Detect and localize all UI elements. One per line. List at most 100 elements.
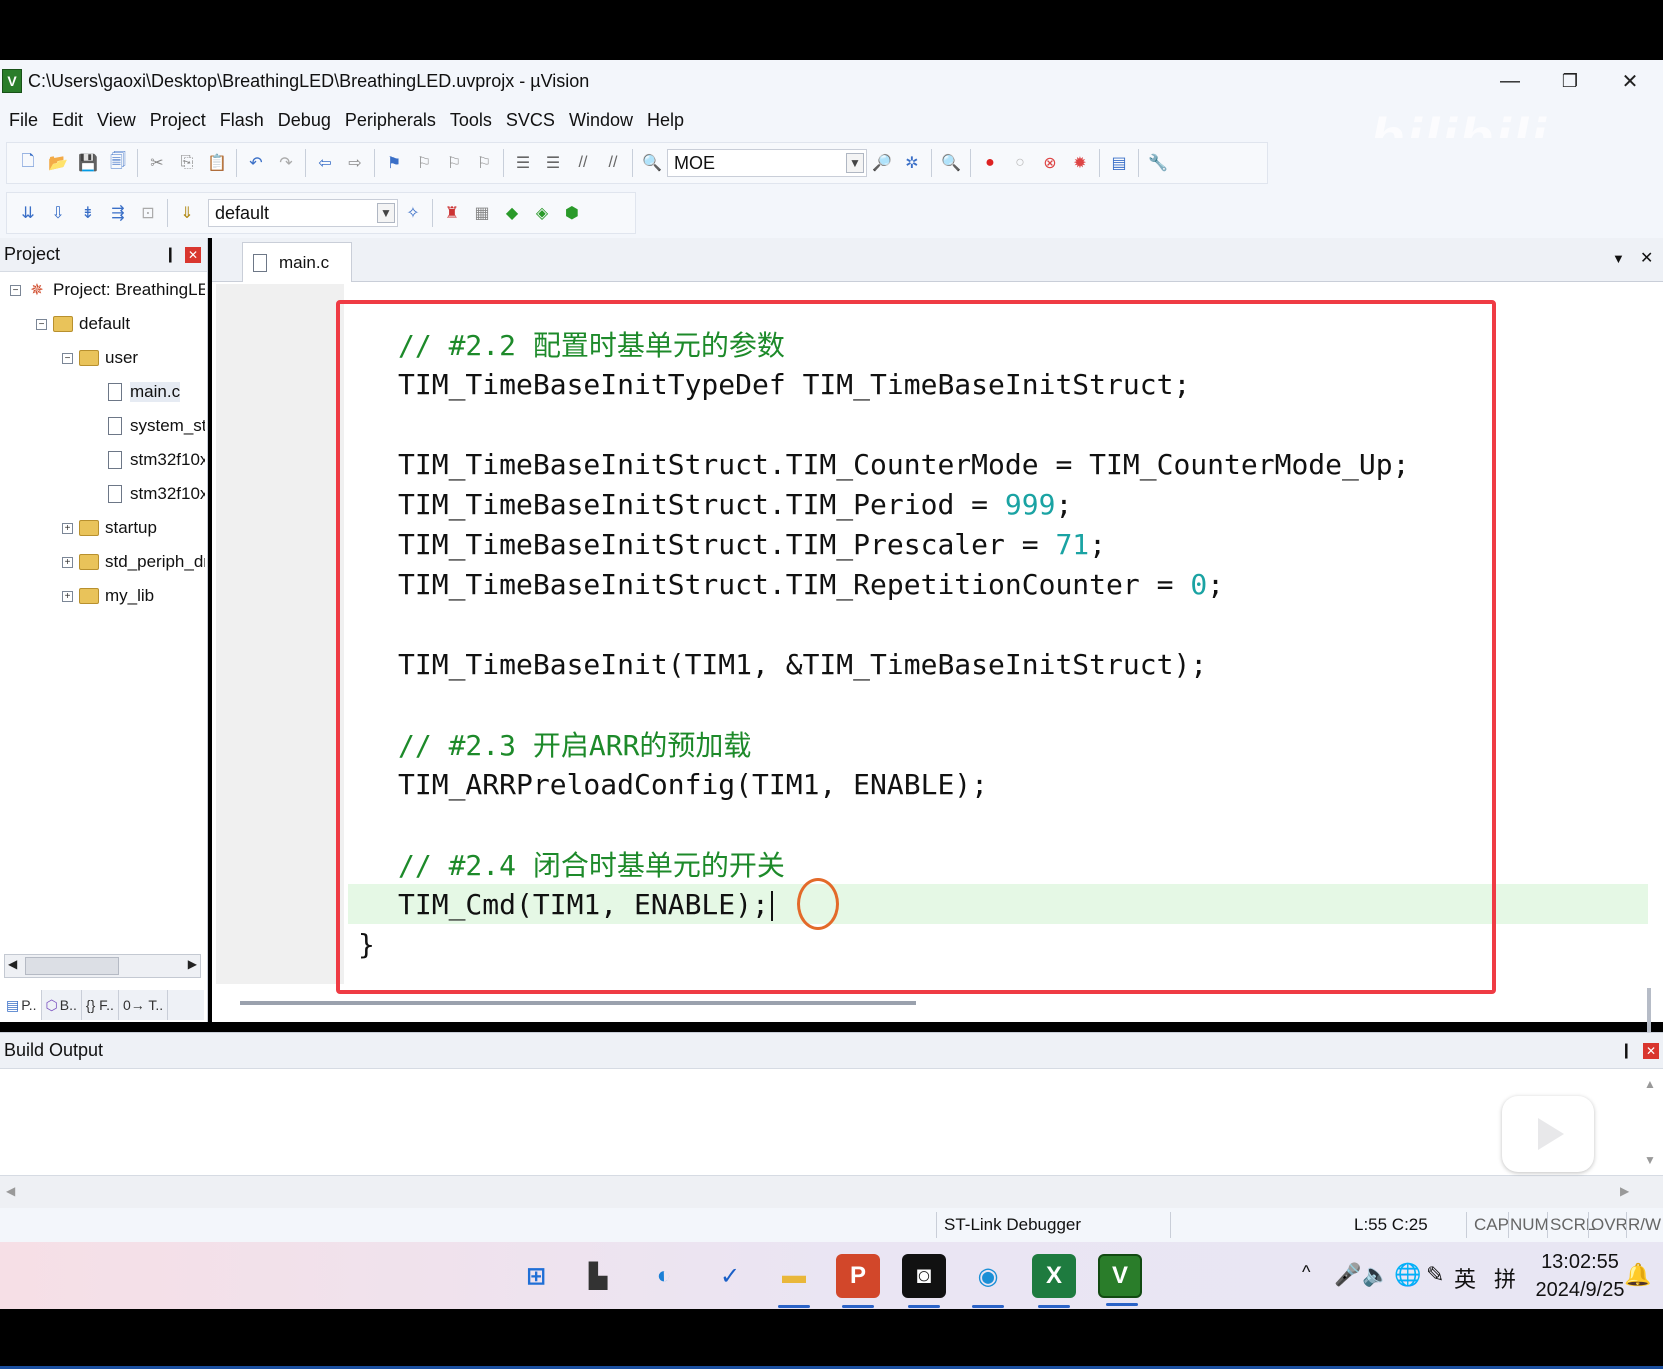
project-hscrollbar[interactable]: ◀ ▶ [4, 954, 201, 978]
save-all-icon[interactable]: 🗐 [107, 152, 129, 174]
tree-node-group-startup[interactable]: + startup [62, 514, 157, 542]
chevron-down-icon[interactable]: ▼ [846, 153, 864, 173]
redo-icon[interactable]: ↷ [275, 152, 297, 174]
ime-language-indicator[interactable]: 英 [1454, 1262, 1476, 1294]
tab-list-icon[interactable]: ▼ [1612, 251, 1625, 266]
chevron-down-icon[interactable]: ▼ [377, 203, 395, 223]
scroll-thumb[interactable] [25, 957, 119, 975]
tab-templates[interactable]: 0→ T.. [119, 990, 169, 1020]
scroll-left-icon[interactable]: ◀ [8, 957, 17, 971]
rebuild-icon[interactable]: ⇟ [77, 202, 99, 224]
select-packs-icon[interactable]: ◆ [501, 202, 523, 224]
taskbar-app-edge[interactable]: ◐ [642, 1254, 686, 1298]
show-hidden-icons-icon[interactable]: ^ [1302, 1262, 1310, 1283]
bookmark-icon[interactable]: ⚑ [383, 152, 405, 174]
taskbar-app-recorder[interactable]: ◙ [902, 1254, 946, 1308]
scroll-up-icon[interactable]: ▲ [1644, 1077, 1656, 1091]
tree-node-group-my-lib[interactable]: + my_lib [62, 582, 154, 610]
undo-icon[interactable]: ↶ [245, 152, 267, 174]
menu-help[interactable]: Help [647, 110, 684, 131]
code-line[interactable]: 47TIM_TimeBaseInitStruct.TIM_RepetitionC… [348, 564, 1648, 604]
collapse-icon[interactable]: − [36, 318, 47, 330]
menu-window[interactable]: Window [569, 110, 633, 131]
batch-build-icon[interactable]: ⇶ [107, 202, 129, 224]
save-icon[interactable]: 💾 [77, 152, 99, 174]
code-line[interactable]: 50 [348, 684, 1648, 724]
tab-main-c[interactable]: main.c [242, 242, 352, 282]
code-line[interactable]: 40 [348, 284, 1648, 324]
menu-file[interactable]: File [9, 110, 38, 131]
close-icon[interactable]: ✕ [1643, 1043, 1659, 1059]
taskbar-app-powerpoint[interactable]: P [836, 1254, 880, 1308]
menu-edit[interactable]: Edit [52, 110, 83, 131]
taskbar-app-uvision[interactable]: V [1098, 1254, 1142, 1306]
taskbar-app-notes[interactable]: ▙ [576, 1254, 620, 1298]
tree-node-group-std-periph[interactable]: + std_periph_dr [62, 548, 205, 576]
paste-icon[interactable]: 📋 [206, 152, 228, 174]
manage-project-items-icon[interactable]: ♜ [441, 202, 463, 224]
pin-icon[interactable]: ❙ [164, 245, 177, 263]
code-line[interactable]: 41// #2.2 配置时基单元的参数 [348, 324, 1648, 364]
pen-icon[interactable]: ✎ [1426, 1262, 1444, 1288]
menu-project[interactable]: Project [150, 110, 206, 131]
close-icon[interactable]: ✕ [185, 247, 201, 263]
scroll-right-icon[interactable]: ▶ [1620, 1184, 1629, 1198]
video-play-button[interactable] [1502, 1096, 1594, 1172]
code-line[interactable]: 42TIM_TimeBaseInitTypeDef TIM_TimeBaseIn… [348, 364, 1648, 404]
tree-node-group-user[interactable]: − user [62, 344, 138, 372]
manage-run-time-icon[interactable]: ◈ [531, 202, 553, 224]
expand-icon[interactable]: + [62, 590, 73, 602]
incremental-find-icon[interactable]: ✲ [901, 152, 923, 174]
tree-node-file-main-c[interactable]: main.c [108, 378, 181, 406]
uncomment-icon[interactable]: // [602, 152, 624, 174]
minimize-button[interactable]: — [1480, 60, 1540, 102]
pack-installer-icon[interactable]: ⬢ [561, 202, 583, 224]
stop-build-icon[interactable]: ⊡ [137, 202, 159, 224]
tree-node-file[interactable]: stm32f10x [108, 446, 205, 474]
navigate-back-icon[interactable]: ⇦ [314, 152, 336, 174]
expand-icon[interactable]: + [62, 556, 73, 568]
microphone-icon[interactable]: 🎤 [1334, 1262, 1361, 1288]
window-layout-icon[interactable]: ▤ [1108, 152, 1130, 174]
target-options-icon[interactable]: ✧ [402, 202, 424, 224]
ime-mode-indicator[interactable]: 拼 [1494, 1262, 1516, 1294]
code-line[interactable]: 44TIM_TimeBaseInitStruct.TIM_CounterMode… [348, 444, 1648, 484]
code-line[interactable]: 54// #2.4 闭合时基单元的开关 [348, 844, 1648, 884]
configure-icon[interactable]: 🔧 [1147, 152, 1169, 174]
clear-bookmarks-icon[interactable]: ⚐ [473, 152, 495, 174]
find-in-files-icon[interactable]: 🔍 [641, 152, 663, 174]
taskbar-app-explorer[interactable]: ▬ [772, 1254, 816, 1308]
prev-bookmark-icon[interactable]: ⚐ [413, 152, 435, 174]
tree-node-file[interactable]: system_st [108, 412, 205, 440]
indent-icon[interactable]: ☰ [512, 152, 534, 174]
disable-breakpoints-icon[interactable]: ⊗ [1039, 152, 1061, 174]
notification-bell-icon[interactable]: 🔔 [1624, 1262, 1651, 1288]
menu-peripherals[interactable]: Peripherals [345, 110, 436, 131]
code-line[interactable]: 53 [348, 804, 1648, 844]
tree-node-target[interactable]: − default [36, 310, 130, 338]
tab-functions[interactable]: {} F.. [82, 990, 119, 1020]
restore-button[interactable]: ❐ [1540, 60, 1600, 102]
next-bookmark-icon[interactable]: ⚐ [443, 152, 465, 174]
scroll-left-icon[interactable]: ◀ [6, 1184, 15, 1198]
close-button[interactable]: ✕ [1600, 60, 1660, 102]
code-line[interactable]: 51// #2.3 开启ARR的预加载 [348, 724, 1648, 764]
navigate-forward-icon[interactable]: ⇨ [344, 152, 366, 174]
speaker-icon[interactable]: 🔈 [1362, 1262, 1389, 1288]
kill-breakpoints-icon[interactable]: ✹ [1069, 152, 1091, 174]
build-output-hscrollbar[interactable]: ◀ ▶ [0, 1175, 1663, 1209]
scroll-down-icon[interactable]: ▼ [1644, 1153, 1656, 1167]
pin-icon[interactable]: ❙ [1620, 1041, 1633, 1059]
collapse-icon[interactable]: − [10, 284, 21, 296]
cut-icon[interactable]: ✂ [146, 152, 168, 174]
tab-books[interactable]: ⬡ B.. [42, 990, 82, 1020]
taskbar-app-excel[interactable]: X [1032, 1254, 1076, 1308]
open-folder-icon[interactable]: 📂 [47, 152, 69, 174]
target-combo[interactable]: default ▼ [208, 199, 398, 227]
code-editor[interactable]: 4041// #2.2 配置时基单元的参数42TIM_TimeBaseInitT… [348, 284, 1648, 984]
code-line[interactable]: 43 [348, 404, 1648, 444]
unindent-icon[interactable]: ☰ [542, 152, 564, 174]
start-button[interactable]: ⊞ [514, 1254, 558, 1298]
menu-flash[interactable]: Flash [220, 110, 264, 131]
find-combo[interactable]: MOE ▼ [667, 149, 867, 177]
